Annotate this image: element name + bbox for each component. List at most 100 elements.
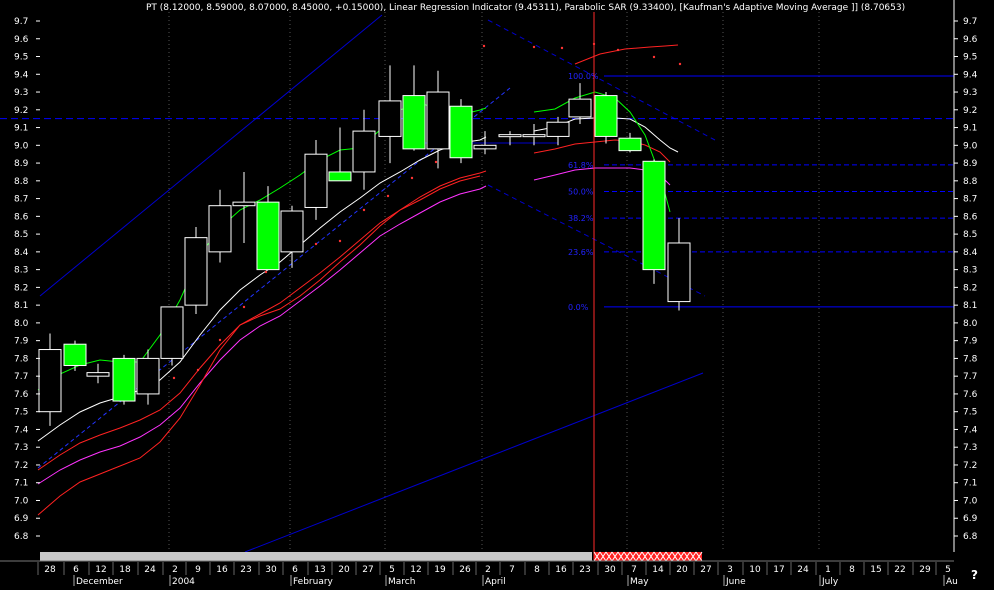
y-tick-label-left: 6.9 xyxy=(14,514,29,524)
y-tick-label-left: 7.8 xyxy=(14,354,29,364)
y-tick-label: 9.1 xyxy=(963,124,977,134)
y-tick-label: 8.6 xyxy=(963,212,978,222)
y-tick-label-left: 8.5 xyxy=(14,230,28,240)
y-tick-label: 8.1 xyxy=(963,301,977,311)
y-tick-label-left: 7.9 xyxy=(14,337,29,347)
y-tick-label: 8.2 xyxy=(963,283,977,293)
candle-body xyxy=(86,372,110,377)
candle-body xyxy=(667,242,691,303)
x-month-label: December xyxy=(76,577,123,586)
help-icon[interactable]: ? xyxy=(971,568,978,582)
y-tick-label-left: 8.9 xyxy=(14,159,29,169)
x-day-label: 19 xyxy=(434,565,446,575)
y-tick-label-left: 7.0 xyxy=(14,496,29,506)
candle-body xyxy=(112,357,136,402)
x-day-label: 28 xyxy=(44,565,56,575)
candle-body xyxy=(38,349,62,413)
y-tick-label: 7.4 xyxy=(963,425,978,435)
y-tick-label: 8.0 xyxy=(963,319,978,329)
x-day-label: 6 xyxy=(292,565,298,575)
y-tick-label-left: 9.6 xyxy=(14,35,29,45)
x-day-label: 12 xyxy=(410,565,421,575)
y-tick-label: 6.9 xyxy=(963,514,978,524)
candle-body xyxy=(378,100,402,137)
x-day-label: 7 xyxy=(631,565,637,575)
fib-level-label: 50.0% xyxy=(568,187,594,196)
x-day-label: 9 xyxy=(195,565,201,575)
y-tick-label-left: 9.2 xyxy=(14,106,28,116)
x-day-label: 12 xyxy=(95,565,106,575)
y-tick-label: 7.8 xyxy=(963,354,978,364)
x-day-label: 24 xyxy=(797,565,809,575)
sar-dot xyxy=(652,55,656,59)
y-tick-label: 9.3 xyxy=(963,88,977,98)
x-day-label: 16 xyxy=(555,565,567,575)
y-tick-label: 7.2 xyxy=(963,461,977,471)
y-tick-label: 8.8 xyxy=(963,177,978,187)
y-tick-label: 8.4 xyxy=(963,248,978,258)
x-day-label: 13 xyxy=(314,565,325,575)
x-day-label: 27 xyxy=(700,565,711,575)
y-tick-label-left: 7.6 xyxy=(14,390,29,400)
x-day-label: 30 xyxy=(604,565,616,575)
y-tick-label: 7.1 xyxy=(963,479,977,489)
x-month-label: June xyxy=(725,577,746,586)
candle-body xyxy=(304,153,328,208)
x-day-label: 23 xyxy=(240,565,251,575)
x-day-label: 3 xyxy=(727,565,733,575)
future-range-bar xyxy=(594,552,702,561)
candle-body xyxy=(426,91,450,150)
scroll-range-bar[interactable] xyxy=(40,552,592,561)
y-tick-label-left: 7.4 xyxy=(14,425,29,435)
x-day-label: 27 xyxy=(362,565,373,575)
sar-dot xyxy=(218,338,222,342)
x-day-label: 1 xyxy=(825,565,831,575)
x-month-label: Au xyxy=(946,577,958,586)
x-day-label: 7 xyxy=(509,565,515,575)
candle-body xyxy=(449,105,473,159)
sar-dot xyxy=(678,62,682,66)
x-day-label: 17 xyxy=(773,565,784,575)
y-tick-label: 9.7 xyxy=(963,17,977,27)
candle-body xyxy=(232,201,256,207)
y-tick-label-left: 9.7 xyxy=(14,17,28,27)
y-tick-label: 8.3 xyxy=(963,266,977,276)
y-tick-label: 7.0 xyxy=(963,496,978,506)
candle-body xyxy=(184,237,208,306)
sar-dot xyxy=(482,44,486,48)
y-tick-label-left: 8.2 xyxy=(14,283,28,293)
x-month-label: March xyxy=(388,577,415,586)
sar-dot xyxy=(532,45,536,49)
y-tick-label-left: 8.8 xyxy=(14,177,29,187)
y-tick-label: 7.3 xyxy=(963,443,977,453)
x-day-label: 2 xyxy=(172,565,178,575)
sar-dot xyxy=(362,208,366,212)
y-tick-label-left: 6.8 xyxy=(14,532,29,542)
sar-dot xyxy=(264,270,268,274)
candle-body xyxy=(328,171,352,182)
chart-background xyxy=(0,0,994,586)
y-tick-label-left: 8.4 xyxy=(14,248,29,258)
y-tick-label-left: 9.3 xyxy=(14,88,28,98)
x-day-label: 20 xyxy=(338,565,350,575)
x-day-label: 2 xyxy=(485,565,491,575)
fib-level-label: 0.0% xyxy=(568,303,589,312)
x-day-label: 14 xyxy=(652,565,664,575)
x-day-label: 16 xyxy=(216,565,228,575)
y-tick-label: 7.7 xyxy=(963,372,977,382)
candle-body xyxy=(208,205,232,253)
x-day-label: 26 xyxy=(459,565,471,575)
candle-body xyxy=(618,137,642,152)
y-tick-label-left: 7.1 xyxy=(14,479,28,489)
y-tick-label: 6.8 xyxy=(963,532,978,542)
sar-dot xyxy=(196,368,200,372)
y-tick-label: 7.5 xyxy=(963,408,977,418)
sar-dot xyxy=(434,160,438,164)
candle-body xyxy=(594,95,618,137)
y-tick-label-left: 7.7 xyxy=(14,372,28,382)
sar-dot xyxy=(172,376,176,380)
candle-body xyxy=(642,160,666,271)
candle-body xyxy=(568,98,592,118)
x-month-label: 2004 xyxy=(172,577,195,586)
y-tick-label: 8.7 xyxy=(963,195,977,205)
